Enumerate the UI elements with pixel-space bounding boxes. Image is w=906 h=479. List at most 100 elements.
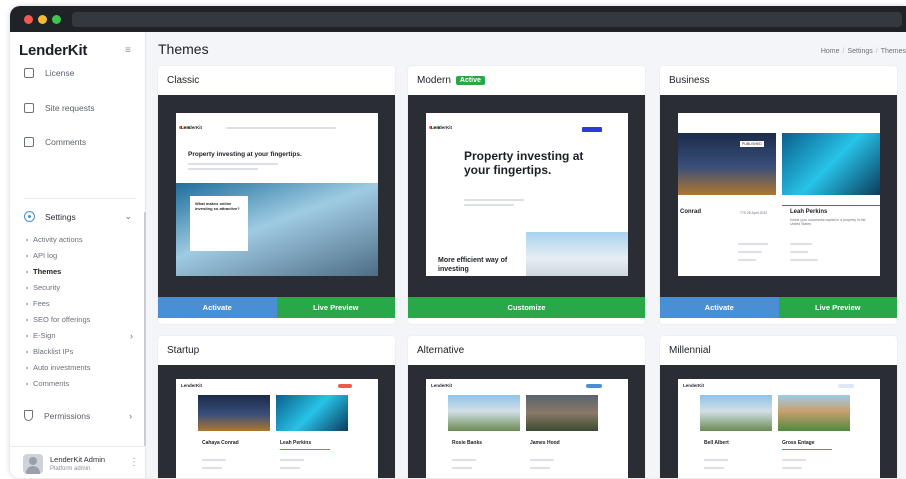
user-role: Platform admin xyxy=(50,466,91,472)
theme-name: Business xyxy=(669,75,710,86)
theme-title: Millennial xyxy=(669,345,711,356)
maximize-window-button[interactable] xyxy=(52,15,61,24)
preview-interior-image xyxy=(782,133,880,195)
preview-page: LenderKit Rosie Banks James Hood xyxy=(426,379,628,478)
breadcrumb-settings[interactable]: Settings xyxy=(847,48,872,55)
user-profile[interactable]: LenderKit Admin Platform admin ⋮ xyxy=(10,446,146,478)
preview-item-date: 770 28 April 2022 xyxy=(740,211,768,215)
settings-item-activity-actions[interactable]: Activity actions xyxy=(26,235,83,244)
settings-item-seo-for-offerings[interactable]: SEO for offerings xyxy=(26,315,90,324)
preview-text-bar xyxy=(790,243,812,245)
sidebar-item-comments[interactable]: Comments xyxy=(24,137,86,147)
chevron-right-icon: › xyxy=(130,330,133,341)
settings-item-fees[interactable]: Fees xyxy=(26,299,50,308)
sidebar-nav: License Site requests Comments Settings … xyxy=(10,66,146,444)
sidebar-item-license[interactable]: License xyxy=(24,68,74,78)
preview-progress-line xyxy=(782,449,832,450)
customize-button[interactable]: Customize xyxy=(408,297,645,318)
sidebar: LenderKit ≡ License Site requests Commen… xyxy=(10,32,146,478)
bullet-icon xyxy=(26,382,28,385)
preview-text-bar xyxy=(530,459,554,461)
preview-logo: LenderKit xyxy=(683,383,705,388)
chevron-right-icon: › xyxy=(129,410,132,421)
preview-text-bar xyxy=(738,259,756,261)
preview-text-bar xyxy=(782,459,806,461)
preview-nav-bar xyxy=(226,127,336,129)
browser-titlebar xyxy=(10,6,906,32)
breadcrumb-home[interactable]: Home xyxy=(821,48,840,55)
preview-item-name: Rosie Banks xyxy=(452,440,483,446)
preview-item-name: Leah Perkins xyxy=(280,440,312,446)
preview-badge: PUBLISHED xyxy=(740,141,764,147)
sidebar-item-label: Permissions xyxy=(44,410,91,421)
preview-text-bar xyxy=(452,467,472,469)
theme-name: Startup xyxy=(167,345,199,356)
activate-button[interactable]: Activate xyxy=(158,297,277,318)
settings-item-e-sign[interactable]: E-Sign › xyxy=(26,330,138,341)
theme-title: Startup xyxy=(167,345,200,356)
more-vertical-icon[interactable]: ⋮ xyxy=(129,457,139,468)
close-window-button[interactable] xyxy=(24,15,33,24)
settings-item-blacklist-ips[interactable]: Blacklist IPs xyxy=(26,347,73,356)
activate-button[interactable]: Activate xyxy=(660,297,779,318)
preview-house-image xyxy=(700,395,772,431)
theme-actions: Activate Live Preview xyxy=(660,297,897,318)
preview-house-image xyxy=(448,395,520,431)
preview-page: PUBLISHED Conrad 770 28 April 2022 Leah … xyxy=(678,113,880,276)
settings-item-label: Activity actions xyxy=(33,235,83,244)
preview-text-bar xyxy=(464,199,524,201)
sidebar-collapse-icon[interactable]: ≡ xyxy=(125,45,131,56)
live-preview-button[interactable]: Live Preview xyxy=(276,297,395,318)
settings-item-api-log[interactable]: API log xyxy=(26,251,57,260)
preview-house-image xyxy=(526,395,598,431)
settings-item-label: E-Sign xyxy=(33,331,56,340)
settings-item-security[interactable]: Security xyxy=(26,283,60,292)
settings-item-themes[interactable]: Themes xyxy=(26,267,61,276)
preview-text-bar xyxy=(280,459,304,461)
preview-logo: LenderKit xyxy=(181,383,203,388)
theme-preview[interactable]: LenderKit Property investing at your fin… xyxy=(158,95,395,297)
preview-text-bar xyxy=(738,243,768,245)
preview-subheadline: More efficient way of investing xyxy=(438,257,508,273)
sidebar-item-label: License xyxy=(45,68,75,78)
theme-card-classic: Classic LenderKit Property investing at … xyxy=(158,66,395,324)
theme-name: Alternative xyxy=(417,345,464,356)
preview-cta-button xyxy=(838,384,854,388)
theme-preview[interactable]: LenderKit Cahaya Conrad Leah Perkins xyxy=(158,365,395,478)
settings-item-label: Blacklist IPs xyxy=(33,347,74,356)
preview-cta-button xyxy=(582,127,602,132)
settings-item-label: Themes xyxy=(33,267,62,276)
sidebar-item-site-requests[interactable]: Site requests xyxy=(24,103,95,113)
preview-headline: Property investing at your fingertips. xyxy=(464,149,584,177)
minimize-window-button[interactable] xyxy=(38,15,47,24)
status-badge: Active xyxy=(455,76,485,85)
settings-item-label: Comments xyxy=(33,379,70,388)
settings-item-auto-investments[interactable]: Auto investments xyxy=(26,363,91,372)
bullet-icon xyxy=(26,350,28,353)
preview-text-bar xyxy=(782,467,802,469)
preview-text-bar xyxy=(280,467,300,469)
theme-preview[interactable]: PUBLISHED Conrad 770 28 April 2022 Leah … xyxy=(660,95,897,297)
preview-text-bar xyxy=(452,459,476,461)
bullet-icon xyxy=(26,270,28,273)
address-bar[interactable] xyxy=(72,12,902,27)
preview-text-bar xyxy=(704,459,728,461)
theme-preview[interactable]: LenderKit Property investing at your fin… xyxy=(408,95,645,297)
theme-preview[interactable]: LenderKit Bell Albert Gross Entage xyxy=(660,365,897,478)
preview-text-bar xyxy=(188,168,258,170)
theme-card-modern: Modern Active LenderKit Property investi… xyxy=(408,66,645,324)
theme-card-startup: Startup LenderKit Cahaya Conrad Leah Per… xyxy=(158,336,395,478)
preview-city-image xyxy=(198,395,270,431)
app-logo[interactable]: LenderKit xyxy=(19,42,87,59)
preview-item-name: Gross Entage xyxy=(782,440,815,446)
preview-text-bar xyxy=(790,251,808,253)
bullet-icon xyxy=(26,302,28,305)
sidebar-item-permissions[interactable]: Permissions › xyxy=(24,410,136,421)
app-window: LenderKit ≡ License Site requests Commen… xyxy=(10,6,906,478)
preview-progress-line xyxy=(280,449,330,450)
settings-item-comments[interactable]: Comments xyxy=(26,379,69,388)
theme-preview[interactable]: LenderKit Rosie Banks James Hood xyxy=(408,365,645,478)
live-preview-button[interactable]: Live Preview xyxy=(778,297,897,318)
preview-text-bar xyxy=(790,259,818,261)
sidebar-item-settings[interactable]: Settings ⌄ xyxy=(24,211,136,222)
